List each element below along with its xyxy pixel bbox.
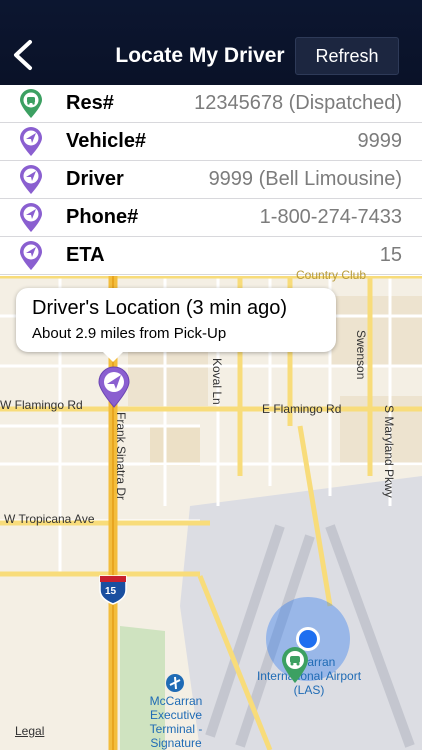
nav-bar: Locate My Driver Refresh: [0, 0, 422, 85]
location-arrow-pin-icon: [20, 203, 42, 232]
vehicle-row: Vehicle# 9999: [0, 123, 422, 161]
res-label: Res#: [66, 92, 114, 114]
res-value: 12345678 (Dispatched): [194, 92, 402, 114]
phone-label: Phone#: [66, 206, 139, 228]
driver-location-pin-icon[interactable]: [97, 366, 131, 408]
vehicle-value: 9999: [357, 130, 403, 152]
driver-value: 9999 (Bell Limousine): [208, 168, 402, 190]
pickup-car-pin-icon[interactable]: [280, 646, 310, 684]
vehicle-label: Vehicle#: [66, 130, 147, 152]
street-label-frank-sinatra: Frank Sinatra Dr: [114, 412, 128, 501]
street-label-w-tropicana: W Tropicana Ave: [4, 512, 95, 526]
street-label-e-flamingo: E Flamingo Rd: [262, 402, 342, 416]
location-arrow-pin-icon: [20, 127, 42, 156]
refresh-button[interactable]: Refresh: [295, 37, 399, 75]
driver-label: Driver: [66, 168, 124, 190]
street-label-swenson: Swenson: [354, 330, 368, 380]
location-arrow-pin-icon: [20, 241, 42, 270]
street-label-country-club: Country Club: [296, 268, 367, 282]
location-arrow-pin-icon: [20, 165, 42, 194]
page-title: Locate My Driver: [115, 44, 285, 67]
executive-terminal-label[interactable]: McCarran Executive Terminal - Signature: [138, 694, 214, 750]
back-chevron-icon[interactable]: [10, 38, 38, 72]
eta-label: ETA: [66, 244, 105, 266]
driver-row: Driver 9999 (Bell Limousine): [0, 161, 422, 199]
eta-value: 15: [379, 244, 402, 266]
street-label-koval: Koval Ln: [210, 358, 224, 405]
phone-row[interactable]: Phone# 1-800-274-7433: [0, 199, 422, 237]
interstate-number: 15: [105, 586, 117, 597]
street-label-w-flamingo: W Flamingo Rd: [0, 398, 83, 412]
driver-location-callout[interactable]: Driver's Location (3 min ago) About 2.9 …: [16, 288, 336, 362]
callout-subtitle: About 2.9 miles from Pick-Up: [32, 325, 227, 342]
car-pin-icon: [20, 89, 42, 118]
map-legal-link[interactable]: Legal: [15, 724, 44, 738]
reservation-details: Res# 12345678 (Dispatched) Vehicle# 9999…: [0, 85, 422, 275]
street-label-maryland: S Maryland Pkwy: [382, 405, 396, 498]
phone-value[interactable]: 1-800-274-7433: [260, 206, 402, 229]
callout-title: Driver's Location (3 min ago): [32, 297, 288, 319]
res-row: Res# 12345678 (Dispatched): [0, 85, 422, 123]
